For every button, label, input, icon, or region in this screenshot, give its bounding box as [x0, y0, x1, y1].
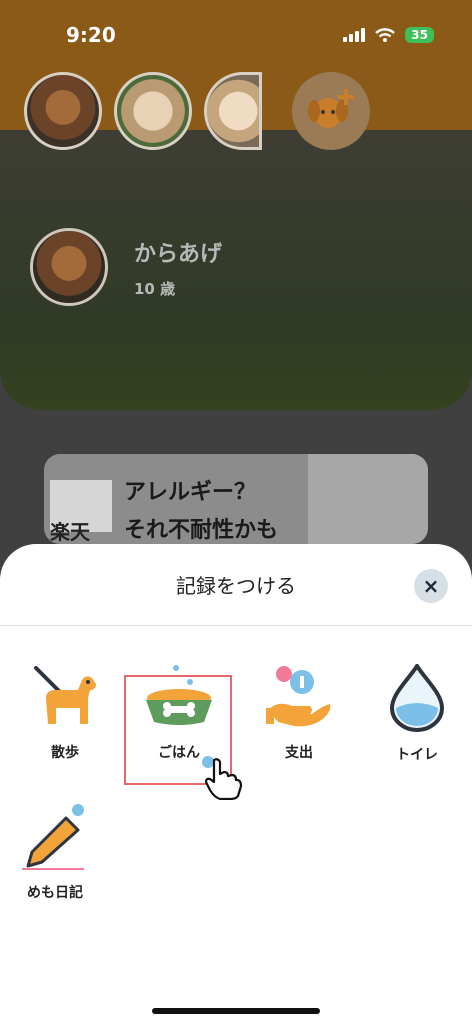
- pet-avatar-3[interactable]: [204, 72, 262, 150]
- expense-coin-icon: [266, 666, 331, 727]
- dog-walk-icon: [34, 666, 96, 724]
- pet-age: 10 歳: [134, 279, 176, 298]
- add-pet-button[interactable]: [292, 72, 370, 150]
- status-time: 9:20: [66, 23, 116, 47]
- ad-headline-2: それ不耐性かも: [124, 518, 279, 543]
- record-item-label: 支出: [285, 745, 313, 761]
- water-drop-icon: [389, 664, 445, 732]
- record-item-label: 散歩: [51, 745, 79, 761]
- sheet-title: 記録をつける: [176, 574, 296, 598]
- pet-avatar-list: [24, 72, 370, 150]
- close-button[interactable]: ×: [414, 569, 448, 603]
- status-bar: 9:20 35: [0, 0, 472, 70]
- wifi-icon: [375, 28, 396, 42]
- record-item-toilet[interactable]: トイレ: [362, 664, 472, 764]
- pencil-memo-icon: [22, 804, 84, 870]
- ad-banner[interactable]: 楽天 アレルギー？ それ不耐性かも: [44, 454, 428, 544]
- pet-name: からあげ: [134, 241, 223, 267]
- record-item-memo[interactable]: めも日記: [0, 804, 110, 902]
- ad-brand: 楽天: [50, 520, 90, 544]
- hand-pointer-icon: [200, 754, 242, 800]
- pet-avatar-1[interactable]: [24, 72, 102, 150]
- home-indicator: [152, 1008, 320, 1014]
- battery-icon: 35: [405, 27, 434, 43]
- record-item-label: トイレ: [396, 747, 438, 763]
- record-item-label: めも日記: [27, 885, 83, 901]
- sheet-header: 記録をつける ×: [0, 544, 472, 626]
- pet-profile: からあげ 10 歳: [30, 228, 222, 306]
- ad-headline-1: アレルギー？: [124, 480, 257, 505]
- ad-dog-image: [308, 454, 428, 544]
- pet-avatar-2[interactable]: [114, 72, 192, 150]
- pet-profile-photo: [30, 228, 108, 306]
- record-item-expense[interactable]: 支出: [244, 664, 354, 762]
- record-item-walk[interactable]: 散歩: [10, 664, 120, 762]
- add-pet-icon: [308, 89, 354, 128]
- signal-icon: [343, 28, 366, 42]
